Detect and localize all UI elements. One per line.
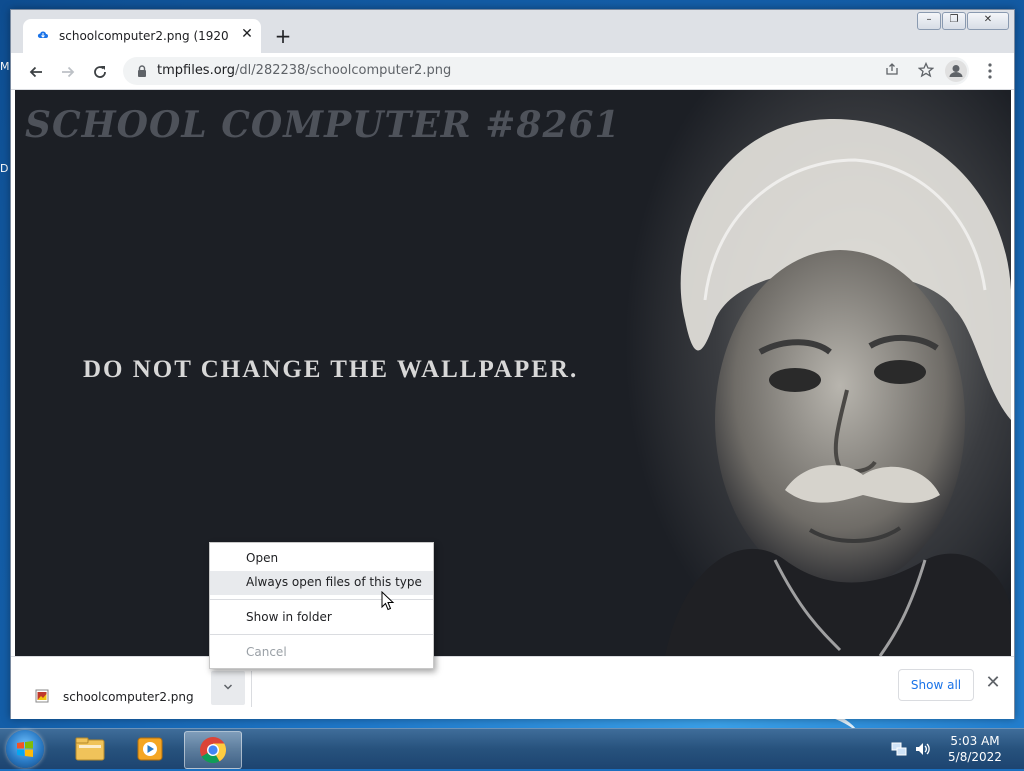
volume-icon[interactable] [914, 740, 932, 758]
close-window-button[interactable]: ✕ [967, 12, 1009, 30]
taskbar-chrome[interactable] [184, 731, 242, 769]
person-icon [949, 65, 963, 77]
browser-toolbar: tmpfiles.org/dl/282238/schoolcomputer2.p… [11, 53, 1014, 90]
menu-item-open[interactable]: Open [210, 547, 433, 571]
reload-icon [94, 66, 106, 78]
menu-separator [210, 634, 433, 635]
menu-item-always-open[interactable]: Always open files of this type [210, 571, 433, 595]
url-host: tmpfiles.org [157, 63, 236, 78]
forward-button[interactable] [57, 61, 79, 83]
browser-window: schoolcomputer2.png (1920×1080) ✕ + – ❐ … [10, 9, 1015, 719]
clock-date: 5/8/2022 [948, 750, 1002, 764]
clock-time: 5:03 AM [950, 734, 1000, 748]
image-file-icon [35, 689, 49, 703]
arrow-left-icon [29, 66, 42, 78]
download-options-button[interactable] [211, 671, 245, 705]
taskbar: 5:03 AM 5/8/2022 [0, 728, 1024, 769]
mouse-cursor-icon [381, 591, 395, 611]
lock-icon[interactable] [135, 64, 149, 78]
file-explorer-icon [75, 737, 105, 761]
wallpaper-slogan: DO NOT CHANGE THE WALLPAPER. [83, 356, 579, 383]
start-button[interactable] [6, 730, 44, 768]
image-viewer: SCHOOL COMPUTER #8261 DO NOT CHANGE THE … [15, 90, 1011, 656]
tab-close-icon[interactable]: ✕ [239, 26, 255, 42]
tab-strip: schoolcomputer2.png (1920×1080) ✕ + – ❐ … [11, 10, 1014, 53]
download-item-divider [251, 671, 252, 707]
cloud-icon [37, 31, 48, 38]
download-context-menu: Open Always open files of this type Show… [209, 542, 434, 669]
new-tab-button[interactable]: + [273, 26, 293, 46]
download-shelf: schoolcomputer2.png Show all ✕ [11, 656, 1014, 719]
menu-item-label: Cancel [246, 645, 287, 659]
reload-button[interactable] [89, 61, 111, 83]
restore-button[interactable]: ❐ [942, 12, 966, 30]
url-path: /dl/282238/schoolcomputer2.png [235, 63, 452, 78]
menu-separator [210, 599, 433, 600]
taskbar-media-player[interactable] [122, 731, 178, 767]
profile-avatar-button[interactable] [945, 60, 967, 82]
portrait-image [625, 90, 1011, 656]
address-bar[interactable]: tmpfiles.org/dl/282238/schoolcomputer2.p… [123, 57, 969, 85]
browser-menu-button[interactable] [985, 60, 995, 82]
menu-item-label: Open [246, 551, 279, 565]
more-vert-icon [988, 63, 992, 79]
chrome-icon [200, 737, 227, 764]
download-file-name[interactable]: schoolcomputer2.png [63, 690, 194, 704]
taskbar-file-explorer[interactable] [62, 731, 118, 767]
share-icon[interactable] [883, 62, 901, 80]
menu-item-label: Always open files of this type [246, 575, 422, 589]
url-text[interactable]: tmpfiles.org/dl/282238/schoolcomputer2.p… [157, 63, 451, 78]
wallpaper-title: SCHOOL COMPUTER #8261 [25, 104, 621, 146]
windows-logo-icon [17, 741, 33, 757]
menu-item-cancel[interactable]: Cancel [210, 641, 433, 665]
bookmark-star-icon[interactable] [917, 61, 935, 80]
network-icon[interactable] [890, 740, 908, 758]
system-clock[interactable]: 5:03 AM 5/8/2022 [940, 733, 1010, 765]
close-shelf-icon[interactable]: ✕ [983, 673, 1003, 693]
show-all-downloads-button[interactable]: Show all [898, 669, 974, 701]
minimize-button[interactable]: – [917, 12, 941, 30]
back-button[interactable] [25, 61, 47, 83]
media-player-icon [137, 737, 163, 761]
menu-item-show-in-folder[interactable]: Show in folder [210, 606, 433, 630]
menu-item-label: Show in folder [246, 610, 332, 624]
chevron-down-icon [223, 684, 233, 690]
arrow-right-icon [62, 66, 75, 78]
tab-title: schoolcomputer2.png (1920×1080) [59, 29, 229, 43]
tab-active[interactable]: schoolcomputer2.png (1920×1080) ✕ [23, 19, 261, 53]
